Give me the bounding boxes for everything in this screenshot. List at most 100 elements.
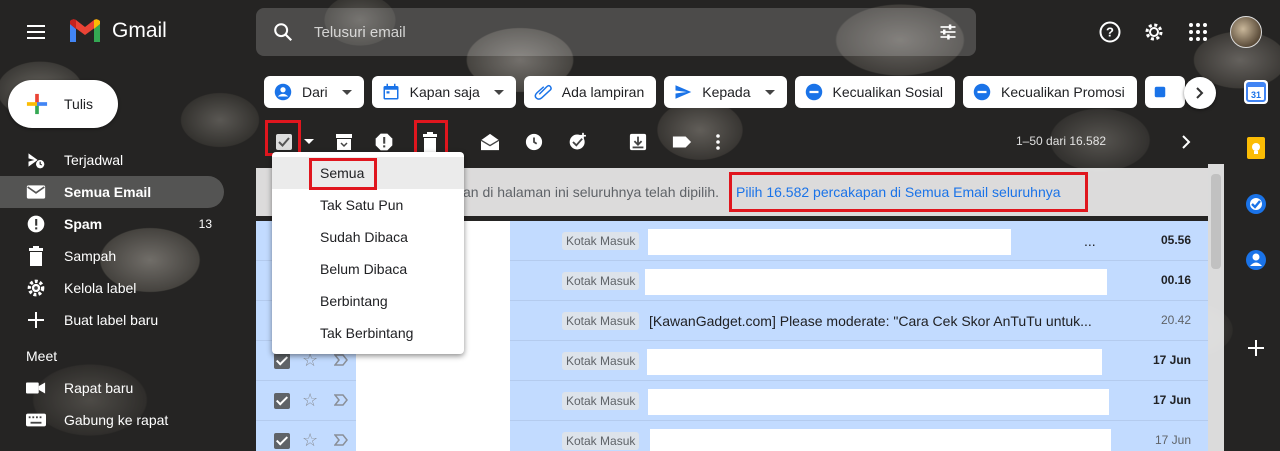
chip-exclude-social[interactable]: Kecualikan Sosial [794, 76, 956, 108]
importance-marker-icon[interactable] [334, 393, 348, 407]
sidebar-item-join-meeting[interactable]: Gabung ke rapat [0, 404, 224, 436]
calendar-app-icon[interactable]: 31 [1244, 80, 1268, 104]
row-checkbox[interactable] [274, 433, 290, 449]
sidebar-item-trash[interactable]: Sampah [0, 240, 224, 272]
move-to-icon[interactable] [628, 132, 648, 152]
svg-text:31: 31 [1251, 90, 1261, 100]
scheduled-icon [26, 150, 46, 170]
svg-text:?: ? [1106, 25, 1114, 40]
sidebar-item-new-meeting[interactable]: Rapat baru [0, 372, 224, 404]
list-scrollbar[interactable] [1208, 164, 1224, 451]
next-page-icon[interactable] [1176, 132, 1196, 152]
option-label: Sudah Dibaca [320, 229, 408, 245]
chip-from[interactable]: Dari [264, 76, 364, 108]
caret-down-icon [764, 89, 775, 95]
help-icon[interactable]: ? [1098, 20, 1122, 44]
search-bar[interactable] [256, 8, 976, 56]
main-menu-icon[interactable] [20, 18, 52, 46]
row-checkbox[interactable] [274, 353, 290, 369]
get-addons-plus-icon[interactable] [1244, 336, 1268, 360]
contacts-app-icon[interactable] [1244, 248, 1268, 272]
table-row[interactable]: ☆ Kotak Masuk 17 Jun [256, 381, 1208, 421]
select-option-unread[interactable]: Belum Dibaca [272, 253, 464, 285]
row-checkbox[interactable] [274, 393, 290, 409]
mark-as-read-icon[interactable] [480, 132, 500, 152]
settings-gear-icon[interactable] [1142, 20, 1166, 44]
chip-exclude-promotions[interactable]: Kecualikan Promosi [963, 76, 1137, 108]
keep-app-icon[interactable] [1244, 136, 1268, 160]
attachment-icon [534, 84, 552, 100]
sidebar: Terjadwal Semua Email Spam 13 Sampah Kel… [0, 144, 256, 436]
add-to-tasks-icon[interactable] [568, 132, 588, 152]
account-avatar[interactable] [1230, 16, 1262, 48]
email-date: 17 Jun [1154, 433, 1191, 447]
report-spam-icon[interactable] [374, 132, 394, 152]
select-option-read[interactable]: Sudah Dibaca [272, 221, 464, 253]
search-icon[interactable] [272, 21, 294, 43]
spam-icon [26, 214, 46, 234]
redacted-subject [650, 429, 1111, 451]
gmail-m-icon [70, 19, 100, 42]
label-tag-icon[interactable] [672, 132, 692, 152]
select-dropdown-icon[interactable] [304, 132, 314, 152]
compose-button[interactable]: Tulis [8, 80, 118, 128]
star-icon[interactable]: ☆ [302, 390, 318, 411]
search-input[interactable] [314, 23, 894, 41]
select-option-none[interactable]: Tak Satu Pun [272, 189, 464, 221]
archive-icon[interactable] [334, 132, 354, 152]
importance-marker-icon[interactable] [334, 353, 348, 367]
chip-label: Dari [302, 84, 328, 100]
chip-label: Kepada [702, 84, 751, 100]
snooze-clock-icon[interactable] [524, 132, 544, 152]
email-subject: [KawanGadget.com] Please moderate: "Cara… [649, 313, 1092, 329]
email-date: 20.42 [1160, 313, 1191, 327]
chip-label: Ada lampiran [561, 84, 645, 100]
email-date: 17 Jun [1152, 393, 1191, 407]
keyboard-icon [26, 410, 46, 430]
all-mail-icon [26, 182, 46, 202]
sidebar-item-manage-labels[interactable]: Kelola label [0, 272, 224, 304]
search-chips: Dari Kapan saja Ada lampiran Kepada Kecu… [264, 76, 1185, 108]
table-row[interactable]: ☆ Kotak Masuk 17 Jun [256, 421, 1208, 451]
caret-down-icon [493, 89, 504, 95]
minus-circle-icon [973, 83, 991, 101]
sidebar-item-create-label[interactable]: Buat label baru [0, 304, 224, 336]
trash-icon [26, 246, 46, 266]
sidebar-item-spam[interactable]: Spam 13 [0, 208, 224, 240]
select-option-unstarred[interactable]: Tak Berbintang [272, 317, 464, 349]
apps-grid-icon[interactable] [1186, 20, 1210, 44]
chip-any-time[interactable]: Kapan saja [371, 76, 516, 108]
sidebar-item-label: Terjadwal [64, 152, 124, 168]
chips-scroll-right-button[interactable] [1184, 77, 1216, 109]
gear-icon [26, 278, 46, 298]
select-option-starred[interactable]: Berbintang [272, 285, 464, 317]
chip-to[interactable]: Kepada [664, 76, 787, 108]
sidebar-item-label: Sampah [64, 248, 117, 264]
selection-banner-text: an di halaman ini seluruhnya telah dipil… [463, 184, 720, 200]
tasks-app-icon[interactable] [1244, 192, 1268, 216]
compose-label: Tulis [64, 96, 94, 112]
email-date: 17 Jun [1152, 353, 1191, 367]
redacted-subject [645, 269, 1107, 295]
highlight-select-all-option [309, 158, 377, 190]
chip-partial-icon [1154, 86, 1166, 98]
search-options-icon[interactable] [938, 22, 958, 42]
chip-has-attachment[interactable]: Ada lampiran [523, 76, 657, 108]
gmail-logo[interactable]: Gmail [68, 18, 167, 44]
redacted-subject [648, 229, 1011, 255]
sidebar-item-label: Spam [64, 216, 103, 232]
pagination-text: 1–50 dari 16.582 [1016, 134, 1107, 148]
scrollbar-thumb[interactable] [1211, 174, 1221, 269]
person-icon [274, 83, 292, 101]
importance-marker-icon[interactable] [334, 433, 348, 447]
sidebar-item-label: Semua Email [64, 184, 152, 200]
chip-partial[interactable] [1144, 76, 1185, 108]
star-icon[interactable]: ☆ [302, 430, 318, 451]
highlight-select-all-link [729, 172, 1088, 212]
sidebar-item-all-mail[interactable]: Semua Email [0, 176, 224, 208]
more-options-icon[interactable] [714, 132, 722, 152]
sidebar-item-scheduled[interactable]: Terjadwal [0, 144, 224, 176]
chip-label: Kapan saja [409, 84, 480, 100]
inbox-label: Kotak Masuk [562, 312, 640, 330]
email-date: 05.56 [1160, 233, 1191, 247]
